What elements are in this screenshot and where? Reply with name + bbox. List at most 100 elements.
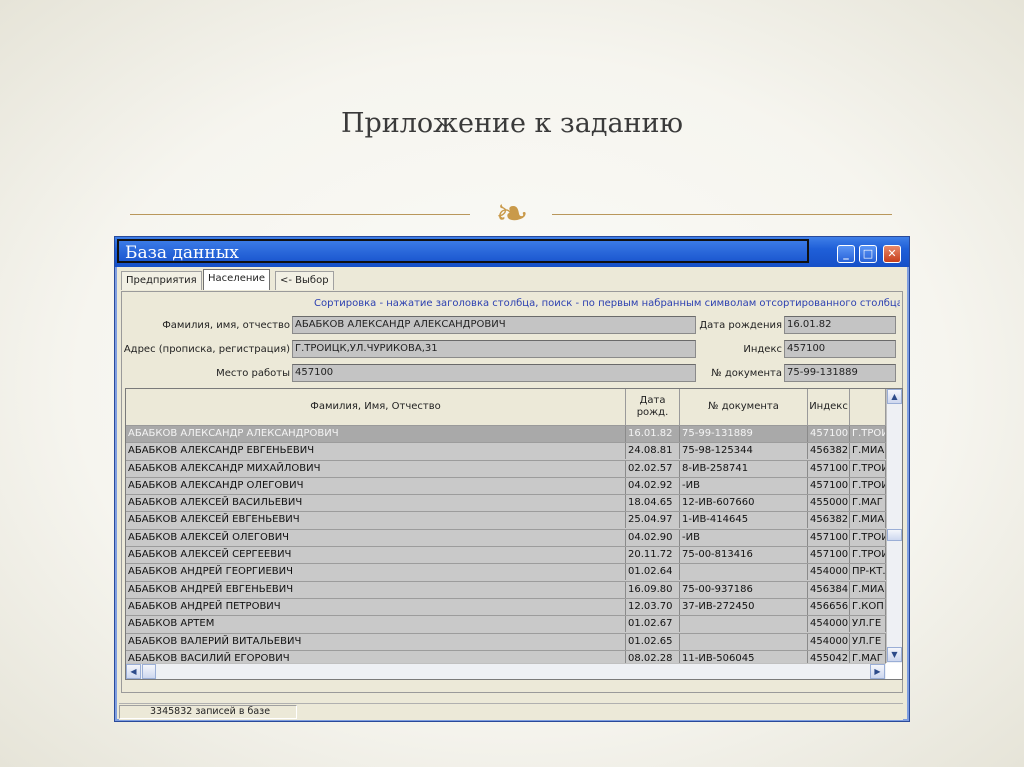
address-field[interactable]: Г.ТРОИЦК,УЛ.ЧУРИКОВА,31 — [292, 340, 696, 358]
cell-birth: 18.04.65 — [626, 495, 680, 512]
cell-fio: АБАБКОВ АЛЕКСАНДР МИХАЙЛОВИЧ — [126, 460, 626, 477]
cell-doc: 12-ИВ-607660 — [680, 495, 808, 512]
table-row[interactable]: АБАБКОВ ВАЛЕРИЙ ВИТАЛЬЕВИЧ 01.02.65 454000… — [126, 633, 886, 651]
table-row[interactable]: АБАБКОВ АЛЕКСАНДР ОЛЕГОВИЧ 04.02.92 -ИВ 457… — [126, 477, 886, 496]
fio-field[interactable]: АБАБКОВ АЛЕКСАНДР АЛЕКСАНДРОВИЧ — [292, 316, 696, 334]
cell-index: 455000 — [808, 495, 850, 512]
cell-index: 456382 — [808, 512, 850, 529]
scroll-left-icon[interactable]: ◀ — [126, 664, 141, 679]
cell-fio: АБАБКОВ АЛЕКСЕЙ ВАСИЛЬЕВИЧ — [126, 495, 626, 512]
cell-doc: 75-99-131889 — [680, 426, 808, 442]
hscroll-thumb[interactable] — [142, 664, 156, 679]
tab-enterprises[interactable]: Предприятия — [121, 271, 202, 290]
cell-birth: 25.04.97 — [626, 512, 680, 529]
scroll-up-icon[interactable]: ▲ — [887, 389, 902, 404]
column-header-fio[interactable]: Фамилия, Имя, Отчество — [126, 389, 626, 425]
title-bar[interactable]: База данных _ □ ✕ — [115, 237, 909, 267]
table-row[interactable]: АБАБКОВ АЛЕКСАНДР АЛЕКСАНДРОВИЧ 16.01.82 7… — [126, 426, 886, 444]
cell-fio: АБАБКОВ АЛЕКСАНДР ОЛЕГОВИЧ — [126, 477, 626, 494]
tab-population[interactable]: Население — [203, 269, 271, 290]
cell-fio: АБАБКОВ АЛЕКСЕЙ СЕРГЕЕВИЧ — [126, 547, 626, 564]
cell-birth: 16.01.82 — [626, 426, 680, 442]
index-field[interactable]: 457100 — [784, 340, 896, 358]
cell-index: 457100 — [808, 529, 850, 546]
tab-select[interactable]: <- Выбор — [275, 271, 334, 290]
table-row[interactable]: АБАБКОВ АЛЕКСЕЙ ЕВГЕНЬЕВИЧ 25.04.97 1-ИВ-4… — [126, 512, 886, 530]
cell-index: 454000 — [808, 564, 850, 581]
cell-doc — [680, 633, 808, 650]
cell-doc: 8-ИВ-258741 — [680, 460, 808, 477]
scroll-right-icon[interactable]: ▶ — [870, 664, 885, 679]
doc-field[interactable]: 75-99-131889 — [784, 364, 896, 382]
column-header-address[interactable] — [850, 389, 886, 425]
vertical-scrollbar[interactable]: ▲ ▼ — [886, 389, 902, 663]
cell-index: 454000 — [808, 633, 850, 650]
cell-birth: 01.02.64 — [626, 564, 680, 581]
cell-birth: 12.03.70 — [626, 598, 680, 615]
cell-birth: 20.11.72 — [626, 547, 680, 564]
cell-fio: АБАБКОВ АЛЕКСАНДР ЕВГЕНЬЕВИЧ — [126, 443, 626, 460]
cell-birth: 24.08.81 — [626, 443, 680, 460]
table-body: АБАБКОВ АЛЕКСАНДР АЛЕКСАНДРОВИЧ 16.01.82 7… — [126, 426, 886, 679]
record-count: 3345832 записей в базе — [119, 705, 297, 719]
cell-index: 456382 — [808, 443, 850, 460]
index-label: Индекс — [743, 344, 782, 355]
divider-left — [130, 214, 470, 215]
cell-fio: АБАБКОВ АРТЕМ — [126, 616, 626, 633]
table-row[interactable]: АБАБКОВ АЛЕКСАНДР ЕВГЕНЬЕВИЧ 24.08.81 75-9… — [126, 443, 886, 461]
cell-address: Г.МАГ — [850, 495, 886, 512]
table-row[interactable]: АБАБКОВ АРТЕМ 01.02.67 454000 УЛ.ГЕ — [126, 616, 886, 634]
cell-fio: АБАБКОВ АНДРЕЙ ПЕТРОВИЧ — [126, 598, 626, 615]
cell-doc: 1-ИВ-414645 — [680, 512, 808, 529]
cell-doc: 37-ИВ-272450 — [680, 598, 808, 615]
birth-field[interactable]: 16.01.82 — [784, 316, 896, 334]
database-window: База данных _ □ ✕ Предприятия Население … — [114, 236, 910, 722]
table-header: Фамилия, Имя, Отчество Дата рожд. № доку… — [126, 389, 886, 426]
population-panel: Сортировка - нажатие заголовка столбца, … — [121, 291, 903, 693]
cell-birth: 01.02.67 — [626, 616, 680, 633]
cell-address: Г.ТРОИ — [850, 547, 886, 564]
table-row[interactable]: АБАБКОВ АЛЕКСЕЙ СЕРГЕЕВИЧ 20.11.72 75-00-8… — [126, 547, 886, 565]
cell-doc: -ИВ — [680, 529, 808, 546]
table-row[interactable]: АБАБКОВ АЛЕКСЕЙ ОЛЕГОВИЧ 04.02.90 -ИВ 45710… — [126, 529, 886, 548]
cell-address: Г.КОП — [850, 598, 886, 615]
column-header-birth[interactable]: Дата рожд. — [626, 389, 680, 425]
scroll-thumb[interactable] — [887, 529, 902, 541]
work-field[interactable]: 457100 — [292, 364, 696, 382]
cell-birth: 16.09.80 — [626, 581, 680, 598]
doc-label: № документа — [711, 368, 782, 379]
cell-address: ПР-КТ. — [850, 564, 886, 581]
cell-index: 456656 — [808, 598, 850, 615]
cell-birth: 04.02.92 — [626, 477, 680, 494]
horizontal-scrollbar[interactable]: ◀ ▶ — [126, 663, 886, 679]
table-row[interactable]: АБАБКОВ АЛЕКСАНДР МИХАЙЛОВИЧ 02.02.57 8-ИВ… — [126, 460, 886, 478]
cell-index: 454000 — [808, 616, 850, 633]
address-label: Адрес (прописка, регистрация) — [123, 344, 290, 355]
close-button[interactable]: ✕ — [883, 245, 901, 263]
maximize-button[interactable]: □ — [859, 245, 877, 263]
cell-address: Г.МИА — [850, 581, 886, 598]
table-row[interactable]: АБАБКОВ АЛЕКСЕЙ ВАСИЛЬЕВИЧ 18.04.65 12-ИВ-… — [126, 495, 886, 513]
minimize-button[interactable]: _ — [837, 245, 855, 263]
cell-index: 457100 — [808, 426, 850, 442]
cell-address: Г.МИА — [850, 512, 886, 529]
table-row[interactable]: АБАБКОВ АНДРЕЙ ЕВГЕНЬЕВИЧ 16.09.80 75-00-9… — [126, 581, 886, 599]
fio-label: Фамилия, имя, отчество — [162, 320, 290, 331]
cell-fio: АБАБКОВ АЛЕКСЕЙ ОЛЕГОВИЧ — [126, 529, 626, 546]
cell-address: Г.ТРОИ — [850, 426, 886, 442]
cell-birth: 02.02.57 — [626, 460, 680, 477]
cell-address: Г.ТРОИ — [850, 477, 886, 494]
ornament-icon: ❧ — [495, 191, 529, 237]
column-header-doc[interactable]: № документа — [680, 389, 808, 425]
column-header-index[interactable]: Индекс — [808, 389, 850, 425]
scroll-down-icon[interactable]: ▼ — [887, 647, 902, 662]
cell-address: УЛ.ГЕ — [850, 633, 886, 650]
cell-index: 457100 — [808, 547, 850, 564]
table-row[interactable]: АБАБКОВ АНДРЕЙ ГЕОРГИЕВИЧ 01.02.64 454000 П… — [126, 564, 886, 582]
cell-fio: АБАБКОВ АЛЕКСЕЙ ЕВГЕНЬЕВИЧ — [126, 512, 626, 529]
cell-address: УЛ.ГЕ — [850, 616, 886, 633]
table-row[interactable]: АБАБКОВ АНДРЕЙ ПЕТРОВИЧ 12.03.70 37-ИВ-272… — [126, 598, 886, 617]
cell-doc — [680, 616, 808, 633]
cell-fio: АБАБКОВ АНДРЕЙ ЕВГЕНЬЕВИЧ — [126, 581, 626, 598]
divider-right — [552, 214, 892, 215]
